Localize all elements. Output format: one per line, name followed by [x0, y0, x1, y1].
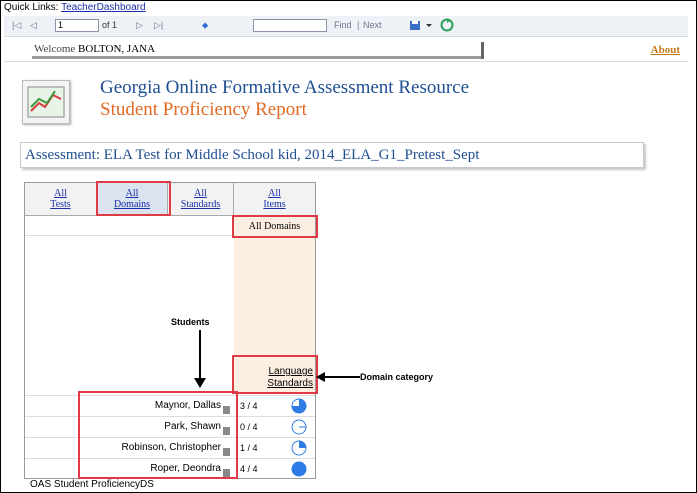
highlight-students — [78, 391, 238, 479]
all-tests-link-l1: All — [54, 188, 67, 199]
welcome-divider — [481, 42, 484, 59]
report-toolbar: |◁ ◁ 1 of 1 ▷ ▷| ⬥ Find | Next — [4, 16, 688, 37]
domain-arrow-icon — [316, 372, 360, 382]
find-link[interactable]: Find — [334, 20, 352, 31]
last-page-icon[interactable]: ▷| — [154, 20, 163, 31]
highlight-domain-category — [232, 355, 318, 394]
nav-all-tests: All Tests — [25, 183, 97, 216]
student-score: 0 / 4 — [240, 422, 258, 432]
quick-links: Quick Links: TeacherDashboard — [4, 3, 146, 13]
student-score: 3 / 4 — [240, 401, 258, 411]
all-items-link[interactable]: All Items — [234, 188, 315, 210]
page-number-input[interactable]: 1 — [55, 19, 99, 32]
all-tests-link[interactable]: All Tests — [25, 188, 96, 210]
report-footer: OAS Student ProficiencyDS — [30, 479, 154, 490]
find-next-link[interactable]: Next — [363, 20, 382, 31]
user-name: BOLTON, JANA — [78, 43, 156, 55]
nav-all-standards: All Standards — [168, 183, 234, 216]
proficiency-pie-icon — [291, 461, 307, 477]
about-link[interactable]: About — [651, 44, 680, 56]
all-standards-link[interactable]: All Standards — [168, 188, 233, 210]
page-title: Georgia Online Formative Assessment Reso… — [100, 77, 470, 98]
find-input[interactable] — [253, 19, 327, 32]
proficiency-pie-icon — [291, 440, 307, 456]
all-items-link-l1: All — [268, 188, 281, 199]
proficiency-pie-icon — [291, 398, 307, 414]
nav-all-items: All Items — [234, 183, 315, 216]
highlight-all-domains — [96, 181, 171, 216]
report-subtitle: Student Proficiency Report — [100, 99, 307, 120]
refresh-icon[interactable] — [440, 18, 454, 32]
welcome-text: Welcome BOLTON, JANA — [34, 43, 155, 55]
proficiency-pie-icon — [291, 419, 307, 435]
welcome-bar: Welcome BOLTON, JANA About — [4, 37, 688, 62]
back-icon[interactable]: ⬥ — [202, 20, 208, 31]
first-page-icon[interactable]: |◁ — [12, 20, 21, 31]
all-standards-link-l1: All — [194, 188, 207, 199]
quick-links-label: Quick Links: — [4, 2, 62, 13]
all-tests-link-l2: Tests — [50, 199, 71, 210]
all-standards-link-l2: Standards — [180, 199, 221, 210]
student-score: 1 / 4 — [240, 443, 258, 453]
next-page-icon[interactable]: ▷ — [136, 20, 143, 31]
prev-page-icon[interactable]: ◁ — [30, 20, 37, 31]
teacher-dashboard-link[interactable]: TeacherDashboard — [61, 2, 146, 13]
assessment-header: Assessment: ELA Test for Middle School k… — [20, 142, 644, 168]
students-arrow-icon — [194, 330, 206, 388]
export-icon[interactable] — [408, 18, 436, 32]
domain-category-annotation: Domain category — [360, 372, 434, 382]
welcome-label: Welcome — [34, 43, 76, 55]
grid-divider — [25, 235, 234, 236]
find-separator: | — [357, 20, 360, 30]
student-score: 4 / 4 — [240, 464, 258, 474]
welcome-underline — [32, 56, 482, 59]
report-logo-icon — [22, 80, 70, 124]
highlight-domain-header — [232, 215, 318, 238]
page-of-label: of 1 — [102, 20, 118, 30]
all-items-link-l2: Items — [263, 199, 286, 210]
students-label: Students — [171, 317, 210, 327]
